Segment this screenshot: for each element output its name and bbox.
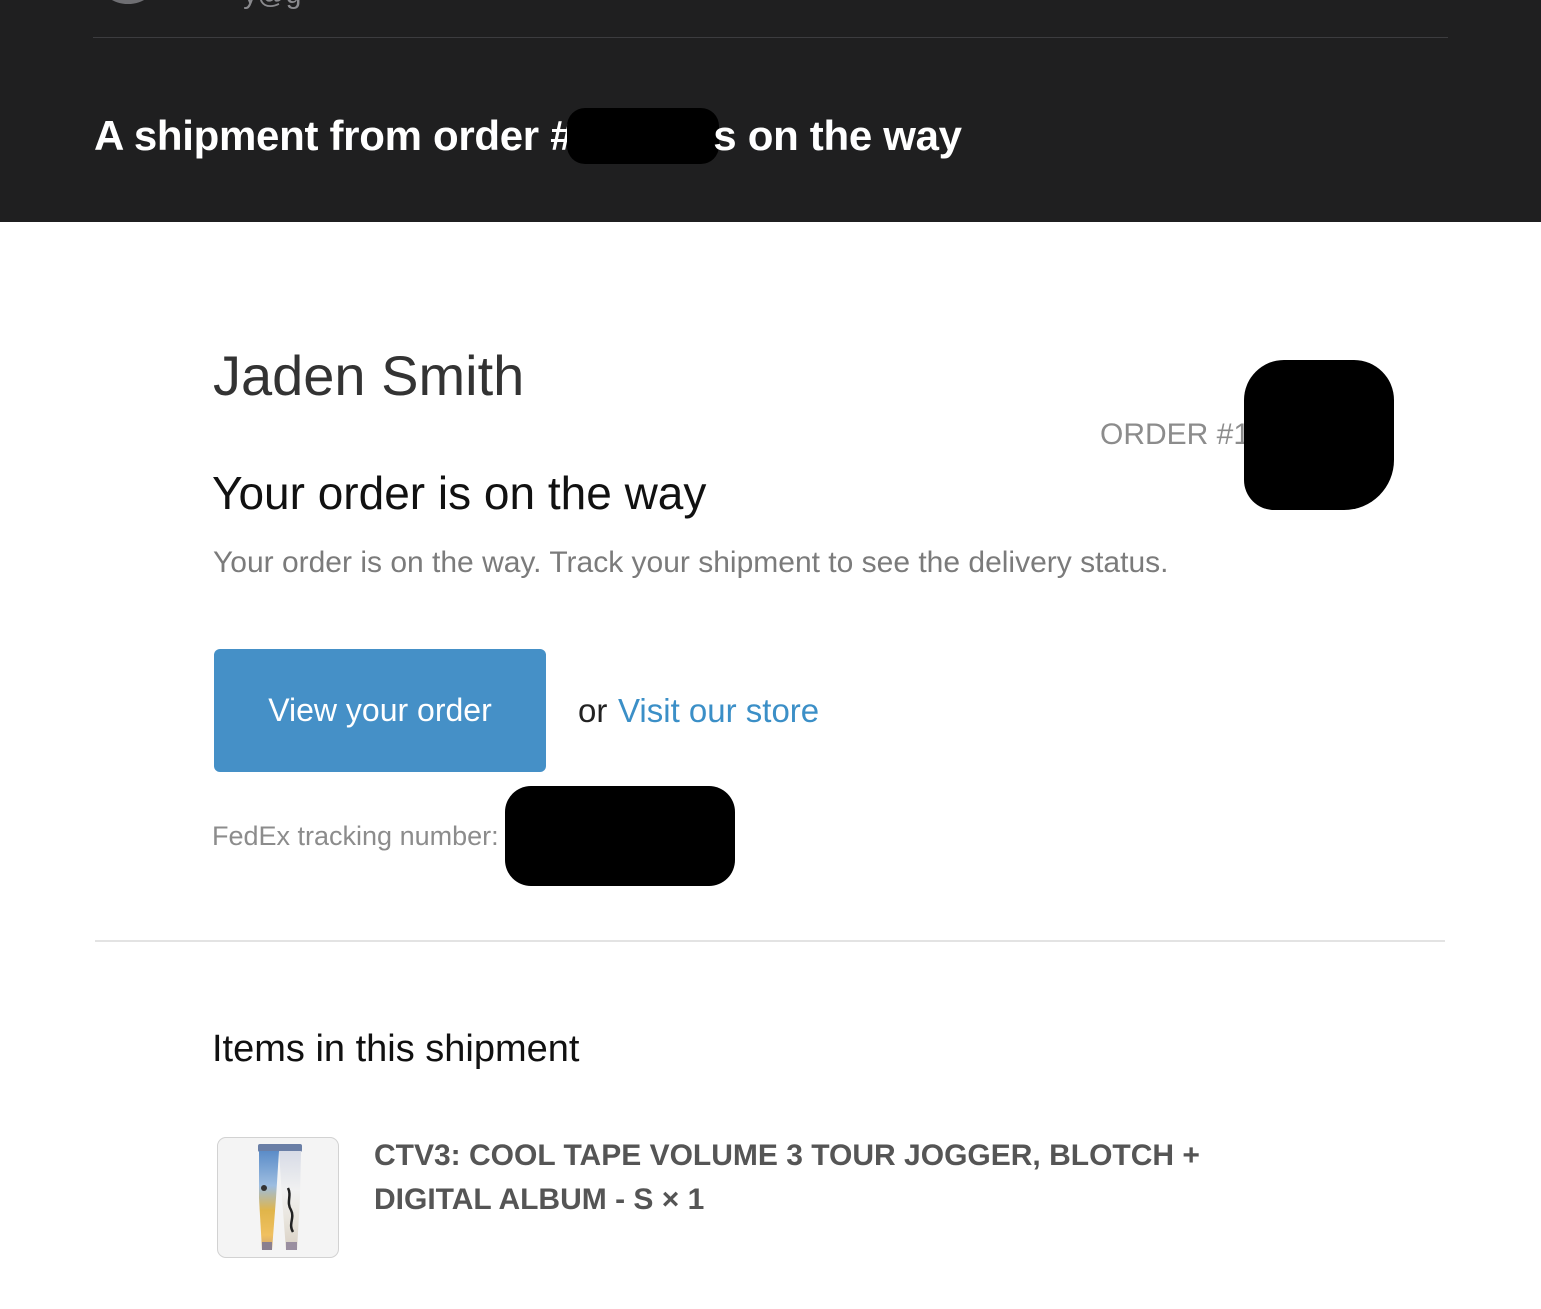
redaction-scribble <box>1244 360 1395 510</box>
order-status-message: Your order is on the way. Track your shi… <box>213 546 1169 579</box>
sender-row: ·······y@g <box>0 0 1541 38</box>
order-number-label: ORDER #1 <box>1100 418 1251 451</box>
view-order-button[interactable]: View your order <box>214 649 546 772</box>
redaction-scribble[interactable] <box>504 786 735 886</box>
tracking-number-row: FedEx tracking number: <box>212 786 735 886</box>
redaction-scribble <box>567 108 720 164</box>
product-title[interactable]: CTV3: COOL TAPE VOLUME 3 TOUR JOGGER, BL… <box>374 1134 1274 1222</box>
sender-email[interactable]: ·······y@g <box>178 0 301 10</box>
section-divider <box>95 940 1445 942</box>
order-number: ORDER #1 <box>1100 360 1395 510</box>
tracking-number-label: FedEx tracking number: <box>212 820 499 851</box>
email-header: ·······y@g A shipment from order # s on t… <box>0 0 1541 222</box>
header-divider <box>93 37 1448 38</box>
subject-prefix: A shipment from order # <box>94 112 574 159</box>
customer-name: Jaden Smith <box>213 344 525 407</box>
shipment-items-heading: Items in this shipment <box>212 1028 580 1070</box>
order-status-heading: Your order is on the way <box>212 467 707 519</box>
visit-store-link[interactable]: Visit our store <box>618 692 819 730</box>
sender-avatar[interactable] <box>100 0 156 4</box>
tie-dye-jogger-thumbnail-icon <box>258 1144 302 1250</box>
product-thumbnail[interactable] <box>217 1137 339 1258</box>
subject-suffix: s on the way <box>713 112 962 159</box>
email-subject: A shipment from order # s on the way <box>94 108 962 164</box>
or-text: or <box>578 692 608 729</box>
